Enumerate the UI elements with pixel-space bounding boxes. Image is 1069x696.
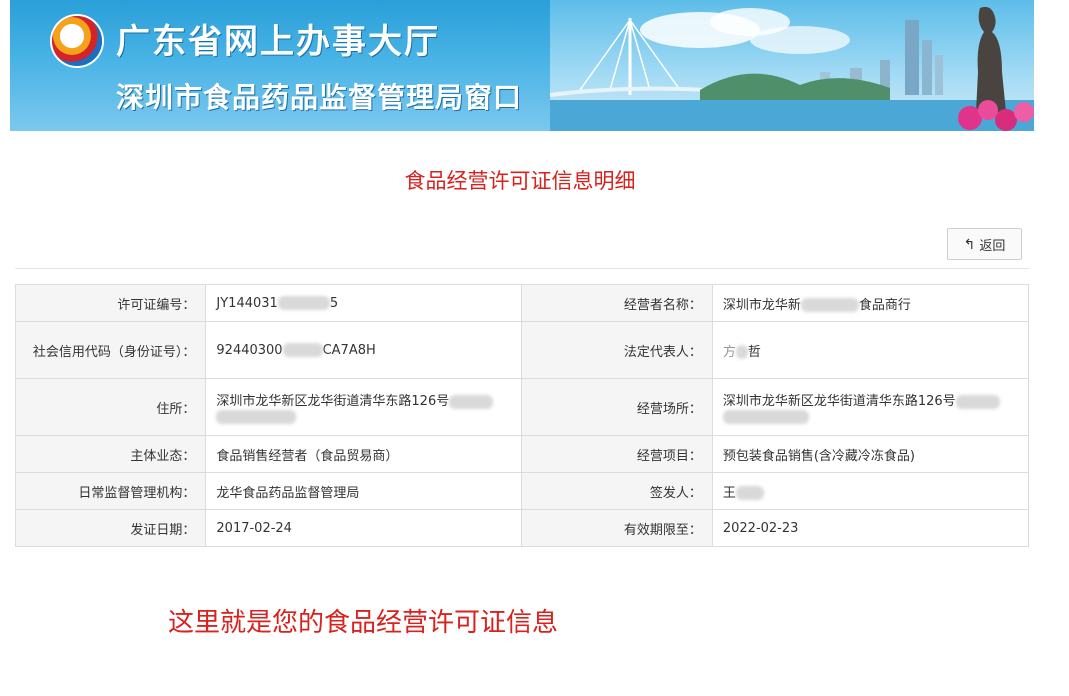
redacted-block [800, 298, 859, 312]
banner-title-secondary: 深圳市食品药品监督管理局窗口 [116, 81, 523, 114]
table-row: 发证日期： 2017-02-24 有效期限至： 2022-02-23 [14, 509, 1030, 547]
redacted-block [735, 345, 748, 359]
credit-code-value: 92440300 CA7A8H [205, 321, 523, 379]
issuer-label: 签发人： [521, 472, 713, 510]
redacted-block [735, 486, 764, 500]
business-items-value: 预包装食品销售(含冷藏冷冻食品) [711, 435, 1030, 473]
issue-date-value: 2017-02-24 [205, 509, 523, 547]
address-text: 深圳市龙华新区龙华街道清华东路126号 [216, 394, 450, 409]
back-button[interactable]: ↰ 返回 [947, 228, 1022, 260]
section-divider [15, 268, 1029, 269]
table-row: 许可证编号： JY144031 5 经营者名称： 深圳市龙华新 食品商行 [14, 284, 1030, 322]
redacted-block [282, 343, 323, 357]
redacted-block [277, 296, 330, 310]
credit-code-label: 社会信用代码（身份证号）： [14, 321, 207, 379]
license-no-prefix: JY144031 [216, 295, 278, 311]
banner-title-primary: 广东省网上办事大厅 [116, 22, 440, 62]
redacted-block [722, 409, 809, 424]
license-no-suffix: 5 [329, 295, 339, 311]
operator-name-label: 经营者名称： [521, 284, 713, 322]
expiry-value: 2022-02-23 [711, 509, 1030, 547]
redacted-block [216, 409, 297, 424]
table-row: 住所： 深圳市龙华新区龙华街道清华东路126号 经营场所： 深圳市龙华新区龙华街… [14, 378, 1030, 436]
operator-name-value: 深圳市龙华新 食品商行 [711, 284, 1030, 322]
business-place-text: 深圳市龙华新区龙华街道清华东路126号 [722, 394, 956, 409]
issuer-prefix: 王 [722, 485, 736, 501]
back-button-label: 返回 [979, 237, 1006, 253]
table-row: 社会信用代码（身份证号）： 92440300 CA7A8H 法定代表人： 方哲 [14, 321, 1030, 379]
issue-date-label: 发证日期： [14, 509, 207, 547]
legal-rep-prefix: 方 [722, 344, 736, 360]
business-place-label: 经营场所： [521, 378, 713, 436]
operator-name-suffix: 食品商行 [858, 297, 911, 313]
table-row: 主体业态： 食品销售经营者（食品贸易商） 经营项目： 预包装食品销售(含冷藏冷冻… [14, 435, 1030, 473]
header-banner: 广东省网上办事大厅 深圳市食品药品监督管理局窗口 [10, 0, 1034, 131]
address-value: 深圳市龙华新区龙华街道清华东路126号 [205, 378, 523, 436]
table-row: 日常监督管理机构： 龙华食品药品监督管理局 签发人： 王 [14, 472, 1030, 510]
annotation-note: 这里就是您的食品经营许可证信息 [168, 608, 559, 638]
reply-arrow-icon: ↰ [963, 235, 976, 252]
license-no-value: JY144031 5 [205, 284, 523, 322]
address-label: 住所： [14, 378, 207, 436]
license-info-table: 许可证编号： JY144031 5 经营者名称： 深圳市龙华新 食品商行 社会信用代… [14, 284, 1030, 547]
expiry-label: 有效期限至： [521, 509, 713, 547]
government-emblem-logo [52, 16, 102, 66]
legal-rep-value: 方哲 [711, 321, 1030, 379]
supervision-value: 龙华食品药品监督管理局 [205, 472, 523, 510]
banner-cityscape-image [550, 6, 1034, 131]
operator-name-prefix: 深圳市龙华新 [722, 297, 801, 313]
redacted-block [955, 394, 1000, 409]
entity-type-label: 主体业态： [14, 435, 207, 473]
credit-code-suffix: CA7A8H [322, 342, 376, 358]
entity-type-value: 食品销售经营者（食品贸易商） [205, 435, 523, 473]
supervision-label: 日常监督管理机构： [14, 472, 207, 510]
redacted-block [449, 394, 494, 409]
business-items-label: 经营项目： [521, 435, 713, 473]
credit-code-prefix: 92440300 [216, 342, 283, 358]
issuer-value: 王 [711, 472, 1030, 510]
legal-rep-label: 法定代表人： [521, 321, 713, 379]
business-place-value: 深圳市龙华新区龙华街道清华东路126号 [711, 378, 1030, 436]
page-title: 食品经营许可证信息明细 [404, 169, 636, 193]
legal-rep-suffix: 哲 [747, 344, 761, 360]
license-no-label: 许可证编号： [14, 284, 207, 322]
